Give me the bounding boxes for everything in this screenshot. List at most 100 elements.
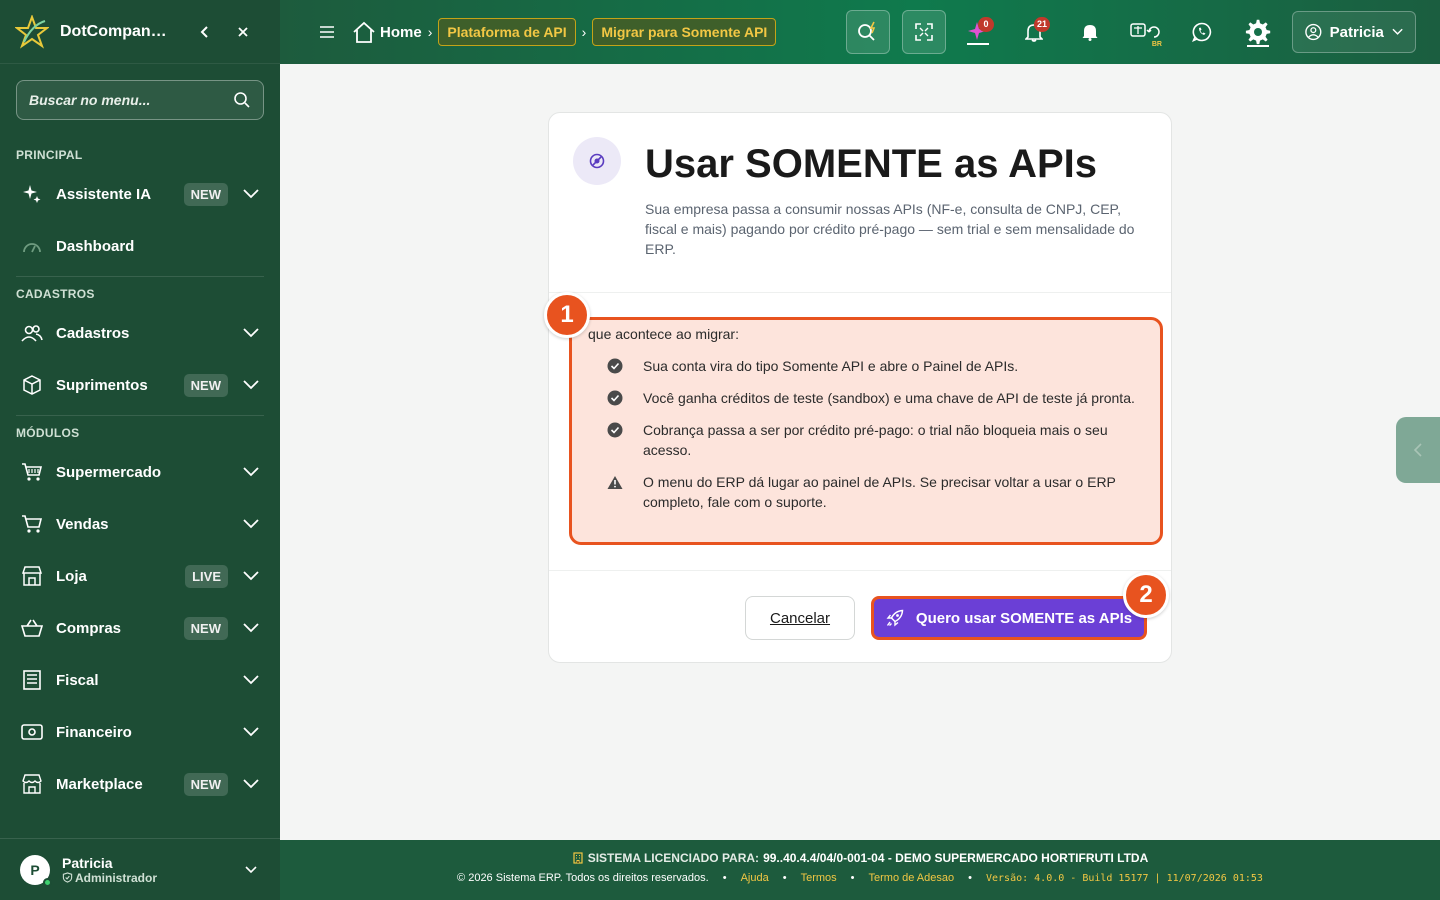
receipt-icon <box>20 668 44 692</box>
new-badge: NEW <box>183 772 228 796</box>
chevron-down-icon <box>242 376 260 394</box>
migration-card: Usar SOMENTE as APIs Sua empresa passa a… <box>544 112 1172 663</box>
footer-link-termos[interactable]: Termos <box>801 872 837 884</box>
alerts-button[interactable] <box>1068 10 1112 54</box>
chevron-down-icon <box>242 515 260 533</box>
copyright: © 2026 Sistema ERP. Todos os direitos re… <box>457 872 709 884</box>
close-sidebar-button[interactable] <box>230 19 256 45</box>
sidebar-item-supermercado[interactable]: Supermercado <box>0 446 280 498</box>
user-role: Administrador <box>62 871 242 885</box>
home-icon <box>353 21 375 43</box>
check-circle-icon <box>606 421 624 439</box>
warning-icon <box>606 473 624 491</box>
whatsapp-button[interactable] <box>1180 10 1224 54</box>
collapse-sidebar-button[interactable] <box>192 19 218 45</box>
search-bolt-icon <box>858 21 876 41</box>
sidebar-item-cadastros[interactable]: Cadastros <box>0 307 280 359</box>
ai-count-badge: 0 <box>978 17 994 32</box>
list-item: Cobrança passa a ser por crédito pré-pag… <box>606 420 1150 460</box>
menu-search-input[interactable] <box>29 92 233 108</box>
sidebar-item-suprimentos[interactable]: Suprimentos NEW <box>0 359 280 411</box>
card-title: Usar SOMENTE as APIs <box>645 142 1098 186</box>
card-header: Usar SOMENTE as APIs Sua empresa passa a… <box>549 113 1171 293</box>
sidebar-item-compras[interactable]: Compras NEW <box>0 602 280 654</box>
menu-toggle-button[interactable] <box>316 21 338 43</box>
footer-link-termo-adesao[interactable]: Termo de Adesao <box>869 872 955 884</box>
chevron-left-icon <box>1413 443 1422 457</box>
check-circle-icon <box>606 389 624 407</box>
card-description: Sua empresa passa a consumir nossas APIs… <box>645 201 1135 257</box>
footer: SISTEMA LICENCIADO PARA: 99..40.4.4/04/0… <box>280 840 1440 900</box>
sidebar-item-dashboard[interactable]: Dashboard <box>0 220 280 272</box>
chevron-down-icon[interactable] <box>242 861 260 879</box>
chevron-down-icon <box>242 463 260 481</box>
chevron-down-icon <box>1392 28 1403 35</box>
box-icon <box>20 373 44 397</box>
cash-icon <box>20 720 44 744</box>
menu-search <box>16 80 264 120</box>
ai-assistant-button[interactable]: 0 <box>956 10 1000 54</box>
settings-button[interactable] <box>1236 10 1280 54</box>
chevron-down-icon <box>242 619 260 637</box>
user-circle-icon <box>1305 23 1322 41</box>
star-logo-icon <box>14 14 50 50</box>
user-info: Patricia Administrador <box>62 855 242 885</box>
sidebar-item-assistente-ia[interactable]: Assistente IA NEW <box>0 168 280 220</box>
rocket-icon <box>886 609 904 627</box>
new-badge: NEW <box>183 182 228 206</box>
language-code: BR <box>1151 41 1162 48</box>
user-menu-button[interactable]: Patricia <box>1292 11 1416 53</box>
footer-link-ajuda[interactable]: Ajuda <box>741 872 769 884</box>
language-button[interactable]: BR <box>1124 10 1168 54</box>
close-icon <box>238 26 248 37</box>
license-line: SISTEMA LICENCIADO PARA: 99..40.4.4/04/0… <box>280 851 1440 865</box>
cancel-button[interactable]: Cancelar <box>745 596 855 640</box>
notification-count-badge: 21 <box>1033 17 1050 32</box>
breadcrumb-home[interactable]: Home <box>352 21 422 43</box>
chevron-down-icon <box>242 671 260 689</box>
list-item: Sua conta vira do tipo Somente API e abr… <box>606 356 1150 376</box>
sidebar-item-loja[interactable]: Loja LIVE <box>0 550 280 602</box>
hamburger-icon <box>320 26 334 38</box>
sidebar: DotCompan… PRINCIPAL Assistente IA NEW D… <box>0 0 280 900</box>
info-list: Sua conta vira do tipo Somente API e abr… <box>606 356 1150 524</box>
list-item: O menu do ERP dá lugar ao painel de APIs… <box>606 472 1150 512</box>
migration-info-box: que acontece ao migrar: Sua conta vira d… <box>569 317 1163 545</box>
breadcrumb-plataforma-api[interactable]: Plataforma de API <box>438 18 576 46</box>
online-status-dot <box>43 877 52 887</box>
brand-name: DotCompan… <box>60 22 167 40</box>
breadcrumb-migrar[interactable]: Migrar para Somente API <box>592 18 777 46</box>
info-title: que acontece ao migrar: <box>588 326 739 342</box>
fullscreen-button[interactable] <box>902 10 946 54</box>
sidebar-item-vendas[interactable]: Vendas <box>0 498 280 550</box>
side-panel-toggle[interactable] <box>1396 417 1440 483</box>
version-info: Versão: 4.0.0 - Build 15177 | 11/07/2026… <box>985 872 1263 884</box>
step-marker-2: 2 <box>1123 572 1169 618</box>
sidebar-item-marketplace[interactable]: Marketplace NEW <box>0 758 280 810</box>
expand-icon <box>915 23 933 41</box>
sidebar-item-financeiro[interactable]: Financeiro <box>0 706 280 758</box>
divider <box>549 570 1171 571</box>
sidebar-item-fiscal[interactable]: Fiscal <box>0 654 280 706</box>
license-label: SISTEMA LICENCIADO PARA: <box>587 851 760 865</box>
plug-icon <box>573 137 621 185</box>
section-principal: PRINCIPAL <box>16 148 83 162</box>
sidebar-user-panel[interactable]: P Patricia Administrador <box>0 838 280 900</box>
footer-links-line: © 2026 Sistema ERP. Todos os direitos re… <box>457 872 1263 884</box>
avatar: P <box>20 854 52 887</box>
user-name: Patricia <box>62 854 113 871</box>
users-icon <box>20 321 44 345</box>
bell-filled-icon <box>1082 25 1098 41</box>
notifications-button[interactable]: 21 <box>1012 10 1056 54</box>
shield-check-icon <box>62 872 73 883</box>
live-badge: LIVE <box>185 564 228 588</box>
quick-search-button[interactable] <box>846 10 890 54</box>
cart-icon <box>20 460 44 484</box>
section-cadastros: CADASTROS <box>16 287 95 301</box>
confirm-api-only-button[interactable]: Quero usar SOMENTE as APIs <box>871 596 1147 640</box>
basket-icon <box>20 616 44 640</box>
gauge-icon <box>20 234 44 258</box>
chevron-down-icon <box>242 567 260 585</box>
topbar: Home › Plataforma de API › Migrar para S… <box>280 0 1440 64</box>
search-icon[interactable] <box>233 91 251 109</box>
